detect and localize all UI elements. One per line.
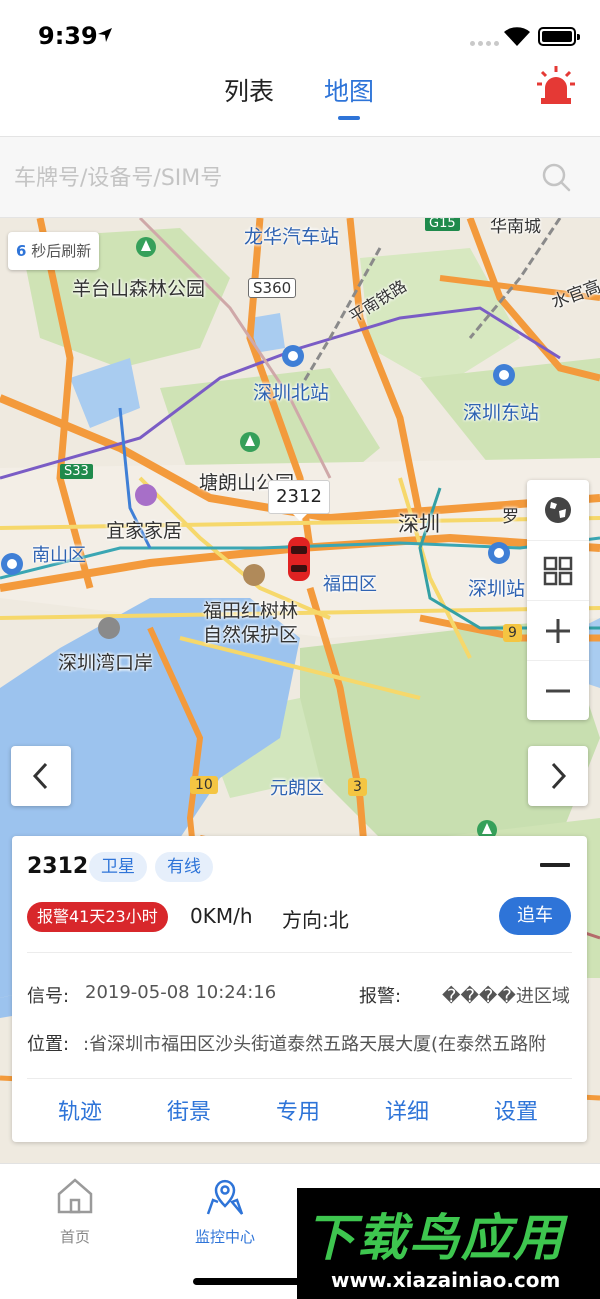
map-label-yangtai-park: 羊台山森林公园 <box>72 278 206 300</box>
zoom-out-button[interactable] <box>527 660 589 720</box>
alarm-label: 报警: <box>359 986 402 1007</box>
collapse-card-button[interactable] <box>540 863 570 867</box>
map-label-g15: G15 <box>425 218 460 231</box>
watermark-title: 下载鸟应用 <box>305 1209 565 1267</box>
map-label-route-9: 9 <box>503 624 522 642</box>
map-label-shenzhen-east: 深圳东站 <box>463 402 540 424</box>
tab-list[interactable]: 列表 <box>224 72 274 108</box>
position-label: 位置: <box>27 1034 70 1055</box>
chase-vehicle-button[interactable]: 追车 <box>499 897 571 935</box>
map-label-s360: S360 <box>248 278 297 298</box>
tab-map[interactable]: 地图 <box>324 72 374 108</box>
map-label-mangrove-1: 福田红树林 <box>203 600 299 622</box>
previous-vehicle-button[interactable] <box>11 746 71 806</box>
dedicated-button[interactable]: 专用 <box>243 1094 353 1126</box>
search-icon[interactable] <box>540 161 572 193</box>
vehicle-map-label[interactable]: 2312 <box>268 480 330 521</box>
map-label-luo: 罗 <box>502 507 519 527</box>
chevron-left-icon <box>32 762 48 790</box>
location-arrow-icon <box>98 28 112 42</box>
header: 列表 地图 <box>0 64 600 136</box>
wifi-icon <box>504 27 530 46</box>
signal-time: 2019-05-08 10:24:16 <box>85 982 277 1003</box>
map-label-bay-port: 深圳湾口岸 <box>58 652 154 674</box>
settings-button[interactable]: 设置 <box>461 1094 571 1126</box>
map-label-route-3: 3 <box>348 778 367 796</box>
globe-icon <box>545 497 571 523</box>
vehicle-info-card: 2312 卫星 有线 报警41天23小时 0KM/h 方向:北 追车 信号: 2… <box>12 836 587 1142</box>
plus-icon <box>546 618 570 643</box>
status-time: 9:39 <box>38 22 98 50</box>
map-label-s33: S33 <box>60 464 93 479</box>
battery-icon <box>538 27 580 46</box>
watermark-url: www.xiazainiao.com <box>331 1268 561 1292</box>
tab-home[interactable]: 首页 <box>20 1176 130 1247</box>
search-input[interactable] <box>14 157 514 199</box>
minus-icon <box>546 689 570 692</box>
watermark-logo: 下载鸟应用 www.xiazainiao.com <box>297 1188 600 1299</box>
refresh-text: 秒后刷新 <box>31 242 92 260</box>
tag-wired: 有线 <box>155 852 213 882</box>
map-label-route-10: 10 <box>190 776 218 794</box>
map-label-shenzhen-station: 深圳站 <box>468 578 526 600</box>
map-label-ikea: 宜家家居 <box>106 520 183 542</box>
alarm-value: ����进区域 <box>442 986 570 1007</box>
active-tab-indicator <box>338 116 360 120</box>
home-icon <box>57 1178 93 1214</box>
grid-view-button[interactable] <box>527 540 589 600</box>
map-label-mangrove-2: 自然保护区 <box>203 624 299 646</box>
app-screen: 9:39 列表 地图 车牌号/设备号/SIM号 龙华汽车站 华南城 G15 羊台… <box>0 0 600 1299</box>
map-label-shenzhen: 深圳 <box>398 512 440 536</box>
map-label-shenzhen-north: 深圳北站 <box>253 382 330 404</box>
vehicle-speed: 0KM/h <box>190 904 253 928</box>
refresh-countdown: 6 秒后刷新 <box>8 232 100 270</box>
chevron-right-icon <box>551 762 567 790</box>
tab-home-label: 首页 <box>59 1228 90 1246</box>
alarm-light-icon[interactable] <box>534 64 578 108</box>
map-label-huanancheng: 华南城 <box>490 218 541 237</box>
alarm-duration-badge: 报警41天23小时 <box>27 902 168 932</box>
tab-monitor-label: 监控中心 <box>194 1228 255 1246</box>
grid-icon <box>543 556 573 585</box>
details-button[interactable]: 详细 <box>352 1094 462 1126</box>
refresh-seconds: 6 <box>16 242 27 260</box>
vehicle-direction: 方向:北 <box>282 908 349 932</box>
zoom-in-button[interactable] <box>527 600 589 660</box>
signal-label: 信号: <box>27 986 70 1007</box>
layer-globe-button[interactable] <box>527 480 589 540</box>
position-value: :省深圳市福田区沙头街道泰然五路天展大厦(在泰然五路附 <box>83 1034 547 1055</box>
map-label-nanshan: 南山区 <box>32 545 86 566</box>
map-tools <box>527 480 589 720</box>
status-bar: 9:39 <box>0 0 600 64</box>
tag-satellite: 卫星 <box>89 852 147 882</box>
map-label-longhua-bus: 龙华汽车站 <box>244 226 340 248</box>
tab-monitor-center[interactable]: 监控中心 <box>170 1176 280 1247</box>
search-bar <box>0 136 600 218</box>
next-vehicle-button[interactable] <box>528 746 588 806</box>
vehicle-plate: 2312 <box>27 854 89 879</box>
track-button[interactable]: 轨迹 <box>25 1094 135 1126</box>
map-label-yuanlang: 元朗区 <box>270 778 324 799</box>
map-pin-icon <box>206 1179 244 1215</box>
map-label-futian: 福田区 <box>323 574 377 595</box>
divider <box>27 952 572 953</box>
divider <box>27 1078 572 1079</box>
street-view-button[interactable]: 街景 <box>134 1094 244 1126</box>
card-actions: 轨迹 街景 专用 详细 设置 <box>12 1094 587 1130</box>
car-marker-icon[interactable] <box>286 535 312 583</box>
